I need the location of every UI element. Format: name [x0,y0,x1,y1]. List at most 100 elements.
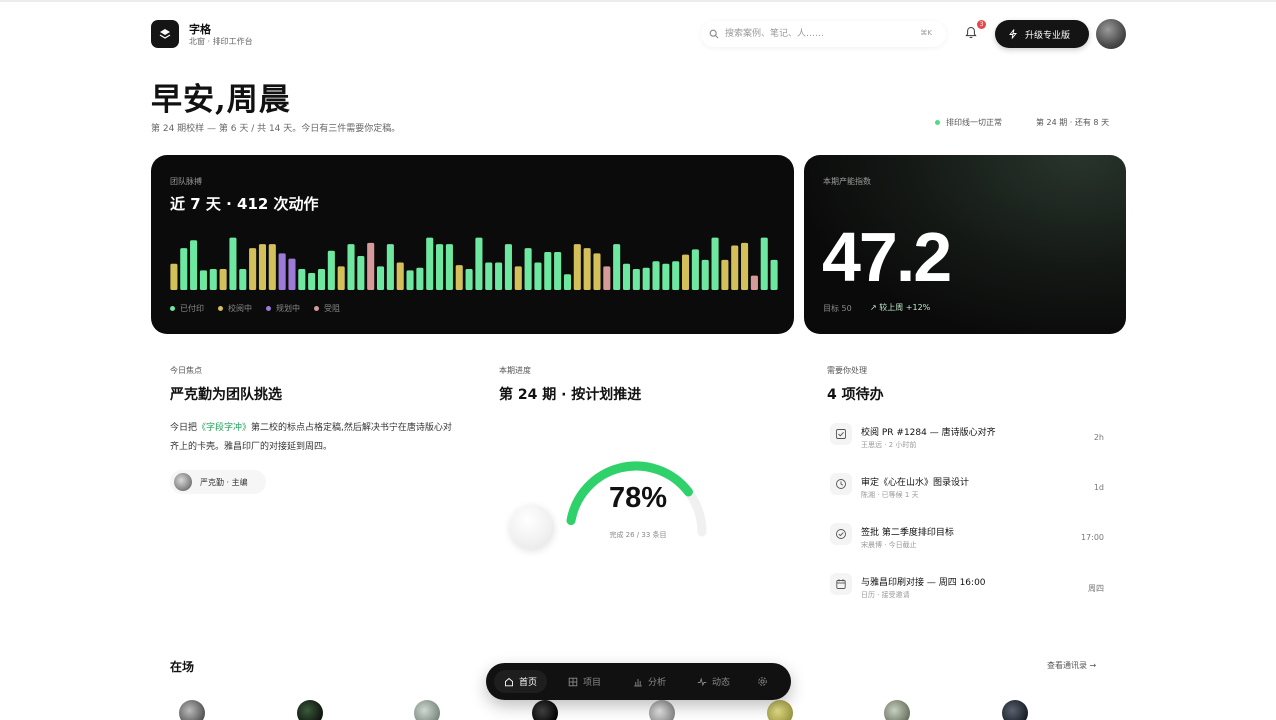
nav-projects-label: 项目 [583,678,602,688]
todo-item[interactable]: 校阅 PR #1284 — 唐诗版心对齐 王思远 · 2 小时前 2h [826,413,1126,463]
view-contacts-link[interactable]: 查看通讯录 → [1047,660,1096,671]
grid-icon [568,677,578,686]
score-value: 47.2 [822,218,952,296]
brand-subtitle: 北窗 · 排印工作台 [189,37,253,46]
nav-activity[interactable]: 动态 [687,670,740,693]
activity-bar [376,266,385,290]
progress-label: 本期进度 [499,366,531,375]
top-border [0,0,1276,2]
activity-bar [357,255,365,290]
score-label: 本期产能指数 [823,177,871,186]
clock-icon [830,473,852,495]
todo-title: 校阅 PR #1284 — 唐诗版心对齐 [861,428,996,438]
pulse-title: 近 7 天 · 412 次动作 [170,195,319,213]
focus-title: 严克勤为团队挑选 [170,387,282,403]
activity-bar [367,242,375,290]
owner-chip[interactable]: 严克勤 · 主编 [170,470,266,494]
todo-list: 校阅 PR #1284 — 唐诗版心对齐 王思远 · 2 小时前 2h 审定《心… [826,413,1126,613]
activity-bar [731,245,739,290]
gauge-knob[interactable] [510,505,554,549]
todo-time: 2h [1093,433,1104,442]
search-input[interactable] [725,25,895,43]
todo-time: 周四 [1088,584,1104,593]
todo-item[interactable]: 审定《心在山水》图录设计 陈湘 · 已等候 1 天 1d [826,463,1126,513]
pulse-label: 团队脉搏 [170,177,202,186]
todo-title: 签批 第二季度排印目标 [861,528,954,538]
nav-analytics-label: 分析 [648,678,667,688]
activity-bar [337,266,345,290]
focus-label: 今日焦点 [170,366,202,375]
todo-meta: 宋晨博 · 今日截止 [861,541,917,549]
activity-bar [760,237,768,290]
activity-bar [573,244,581,290]
activity-bar [278,253,286,290]
activity-bar [298,269,306,290]
todo-meta: 王思远 · 2 小时前 [861,441,917,449]
todo-item[interactable]: 与雅昌印刷对接 — 周四 16:00 日历 · 接受邀请 周四 [826,563,1126,613]
focus-body-highlight[interactable]: 《字段字冲》 [197,423,251,433]
legend-item: 受阻 [314,303,340,314]
todo-item[interactable]: 签批 第二季度排印目标 宋晨博 · 今日截止 17:00 [826,513,1126,563]
nav-settings[interactable] [752,670,773,693]
activity-bar [741,242,749,290]
status-dot [935,120,940,125]
nav-home-label: 首页 [519,678,538,688]
activity-bar [721,259,729,290]
legend-label: 规划中 [276,304,300,313]
activity-bar [308,272,316,290]
todo-time: 17:00 [1080,533,1104,542]
home-icon [505,677,513,686]
todo-time: 1d [1093,483,1104,492]
activity-bar [495,262,503,290]
presence-avatar[interactable] [179,700,205,720]
search-shortcut: ⌘K [920,29,932,37]
search-box[interactable]: ⌘K [701,21,946,47]
brand-logo[interactable] [151,20,179,48]
system-status-text: 排印线一切正常 [946,118,1002,127]
activity-bar [554,252,562,290]
score-target: 目标 50 [823,304,852,313]
nav-analytics[interactable]: 分析 [623,670,676,693]
activity-bar [524,248,532,290]
layers-icon [159,29,171,39]
upgrade-button[interactable]: 升级专业版 [995,20,1089,48]
activity-bar [593,253,601,290]
legend-dot [314,306,319,311]
activity-bar [563,274,572,290]
bell-icon[interactable] [965,26,977,39]
activity-bar [396,262,404,290]
bottom-nav: 首页 项目 分析 动态 [486,663,791,700]
nav-activity-label: 动态 [712,678,731,688]
nav-projects[interactable]: 项目 [558,670,611,693]
legend-dot [266,306,271,311]
presence-avatar[interactable] [414,700,440,720]
activity-bar [632,269,640,290]
legend-dot [218,306,223,311]
progress-percent: 78% [608,482,668,514]
presence-avatar[interactable] [884,700,910,720]
activity-bar [750,275,758,290]
activity-bar [691,249,699,290]
activity-bar [504,244,512,290]
page-subtitle: 第 24 期校样 — 第 6 天 / 共 14 天。今日有三件需要你定稿。 [151,124,401,134]
activity-bar [170,263,178,290]
presence-avatar[interactable] [532,700,558,720]
page-title: 早安,周晨 [151,82,291,118]
upgrade-label: 升级专业版 [1025,31,1071,41]
activity-bar [258,244,267,290]
team-pulse-card: 团队脉搏 近 7 天 · 412 次动作 已付印 校阅中 规划中 受阻 [151,155,794,334]
activity-bar [455,265,463,290]
presence-avatar[interactable] [297,700,323,720]
presence-avatar[interactable] [1002,700,1028,720]
activity-bar [288,258,296,290]
activity-bar [465,269,473,290]
presence-avatar[interactable] [767,700,793,720]
activity-bar [652,261,660,290]
focus-body-pre: 今日把 [170,423,198,433]
nav-home[interactable]: 首页 [494,670,548,693]
activity-bar [544,252,552,290]
presence-avatar[interactable] [649,700,675,720]
owner-avatar [174,473,192,491]
user-avatar[interactable] [1096,19,1126,49]
activity-bar [642,267,650,290]
